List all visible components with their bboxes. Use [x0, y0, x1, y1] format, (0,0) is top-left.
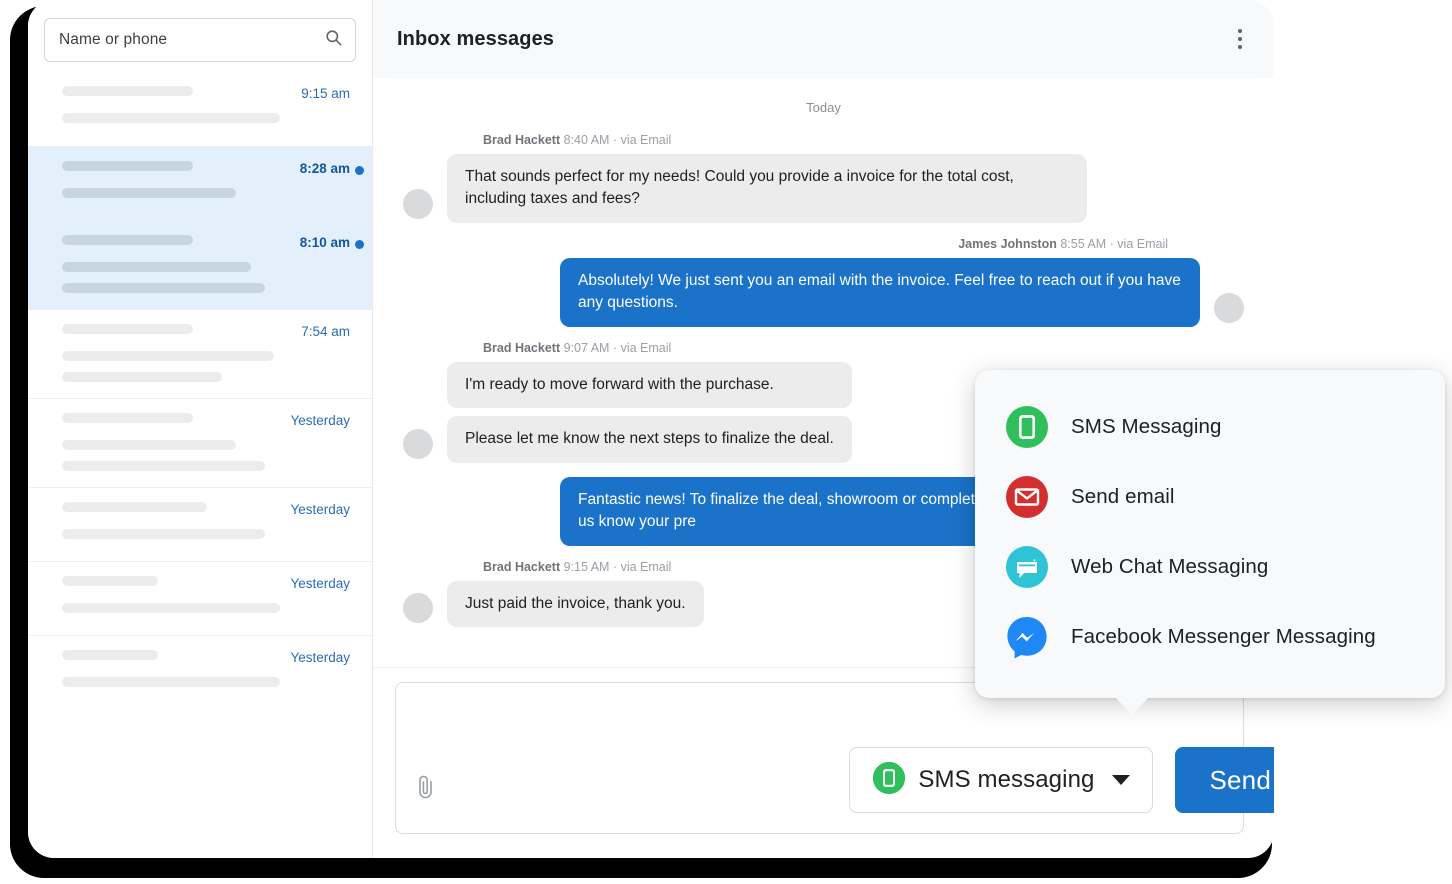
placeholder-bar: [62, 161, 193, 171]
channel-menu-label: Facebook Messenger Messaging: [1071, 625, 1376, 649]
avatar: [1214, 293, 1244, 323]
conversation-list-item[interactable]: Yesterday: [28, 487, 372, 561]
conversation-list[interactable]: 9:15 am 8:28 am 8:10 am 7:54 am Yesterday Yes…: [28, 72, 372, 709]
message-sender: Brad Hackett: [483, 133, 560, 147]
message-bubble: I'm ready to move forward with the purch…: [447, 362, 852, 408]
placeholder-bar: [62, 262, 251, 272]
channel-menu-items: SMS Messaging Send email Web Chat Messagin…: [975, 392, 1445, 672]
kebab-menu-icon[interactable]: [1226, 25, 1254, 53]
conversation-timestamp: 9:15 am: [301, 86, 350, 101]
day-separator: Today: [403, 100, 1244, 115]
message-meta: James Johnston 8:55 AM · via Email: [403, 237, 1168, 251]
avatar: [403, 189, 433, 219]
channel-menu-label: SMS Messaging: [1071, 415, 1222, 439]
placeholder-bar: [62, 113, 280, 123]
message-sender: Brad Hackett: [483, 341, 560, 355]
placeholder-bar: [62, 440, 236, 450]
message-group: Brad Hackett 8:40 AM · via Email That sou…: [403, 133, 1244, 223]
channel-menu-label: Web Chat Messaging: [1071, 555, 1268, 579]
search-icon[interactable]: [324, 28, 343, 52]
conversation-list-item[interactable]: Yesterday: [28, 561, 372, 635]
conversation-list-item[interactable]: 8:28 am: [28, 146, 372, 220]
send-button[interactable]: Send: [1175, 747, 1274, 813]
conversation-list-item[interactable]: 7:54 am: [28, 309, 372, 398]
conversation-list-item[interactable]: 9:15 am: [28, 72, 372, 146]
channel-menu-label: Send email: [1071, 485, 1175, 509]
message-bubbles: I'm ready to move forward with the purch…: [447, 362, 852, 463]
message-bubbles: Just paid the invoice, thank you.: [447, 581, 704, 627]
facebook-messenger-icon: [1005, 615, 1049, 659]
placeholder-bar: [62, 188, 236, 198]
popup-arrow: [1115, 697, 1149, 715]
message-meta: Brad Hackett 8:40 AM · via Email: [483, 133, 1244, 147]
composer-actions: SMS messaging Send: [849, 747, 1274, 813]
conversation-list-item[interactable]: Yesterday: [28, 398, 372, 487]
search-container: Name or phone: [28, 0, 372, 72]
placeholder-bar: [62, 413, 193, 423]
screenshot-stage: Name or phone 9:15 am 8:28 am 8:10 am 7:54 …: [0, 0, 1452, 884]
sms-phone-icon: [1005, 405, 1049, 449]
conversation-timestamp: 7:54 am: [301, 324, 350, 339]
channel-menu-popup: SMS Messaging Send email Web Chat Messagin…: [975, 370, 1445, 698]
placeholder-bar: [62, 603, 280, 613]
message-bubbles: Absolutely! We just sent you an email wi…: [560, 258, 1200, 327]
channel-menu-item[interactable]: SMS Messaging: [975, 392, 1445, 462]
conversation-list-item[interactable]: 8:10 am: [28, 220, 372, 309]
conversation-sidebar: Name or phone 9:15 am 8:28 am 8:10 am 7:54 …: [28, 0, 373, 858]
placeholder-bar: [62, 529, 265, 539]
message-sender: James Johnston: [958, 237, 1057, 251]
conversation-timestamp: Yesterday: [290, 413, 350, 428]
unread-indicator-dot: [355, 166, 364, 175]
page-title: Inbox messages: [397, 28, 554, 51]
web-chat-icon: [1005, 545, 1049, 589]
placeholder-bar: [62, 86, 193, 96]
message-bubble: Just paid the invoice, thank you.: [447, 581, 704, 627]
paperclip-icon[interactable]: [414, 773, 440, 803]
placeholder-bar: [62, 372, 222, 382]
message-sender: Brad Hackett: [483, 560, 560, 574]
placeholder-bar: [62, 650, 158, 660]
placeholder-bar: [62, 461, 265, 471]
message-bubble: Please let me know the next steps to fin…: [447, 416, 852, 462]
conversation-timestamp: Yesterday: [290, 576, 350, 591]
placeholder-bar: [62, 576, 158, 586]
placeholder-bar: [62, 283, 265, 293]
message-bubble: Absolutely! We just sent you an email wi…: [560, 258, 1200, 327]
unread-indicator-dot: [355, 240, 364, 249]
message-group: James Johnston 8:55 AM · via Email Absolu…: [403, 237, 1244, 327]
channel-menu-item[interactable]: Send email: [975, 462, 1445, 532]
message-row: Absolutely! We just sent you an email wi…: [403, 258, 1244, 327]
conversation-timestamp: Yesterday: [290, 650, 350, 665]
search-input[interactable]: Name or phone: [44, 18, 356, 62]
panel-header: Inbox messages: [373, 0, 1274, 78]
placeholder-bar: [62, 235, 193, 245]
channel-selector[interactable]: SMS messaging: [849, 747, 1153, 813]
message-bubble: That sounds perfect for my needs! Could …: [447, 154, 1087, 223]
email-envelope-icon: [1005, 475, 1049, 519]
avatar: [403, 593, 433, 623]
conversation-timestamp: 8:28 am: [300, 161, 350, 176]
conversation-list-item[interactable]: Yesterday: [28, 635, 372, 709]
search-placeholder: Name or phone: [59, 31, 324, 49]
message-meta: Brad Hackett 9:07 AM · via Email: [483, 341, 1244, 355]
conversation-timestamp: 8:10 am: [300, 235, 350, 250]
sms-phone-icon: [872, 761, 906, 800]
channel-label: SMS messaging: [918, 766, 1094, 794]
channel-menu-item[interactable]: Web Chat Messaging: [975, 532, 1445, 602]
placeholder-bar: [62, 351, 274, 361]
channel-menu-item[interactable]: Facebook Messenger Messaging: [975, 602, 1445, 672]
message-bubbles: That sounds perfect for my needs! Could …: [447, 154, 1087, 223]
chevron-down-icon[interactable]: [1112, 775, 1130, 785]
conversation-timestamp: Yesterday: [290, 502, 350, 517]
avatar: [403, 429, 433, 459]
message-row: That sounds perfect for my needs! Could …: [403, 154, 1244, 223]
placeholder-bar: [62, 677, 280, 687]
placeholder-bar: [62, 502, 207, 512]
placeholder-bar: [62, 324, 193, 334]
